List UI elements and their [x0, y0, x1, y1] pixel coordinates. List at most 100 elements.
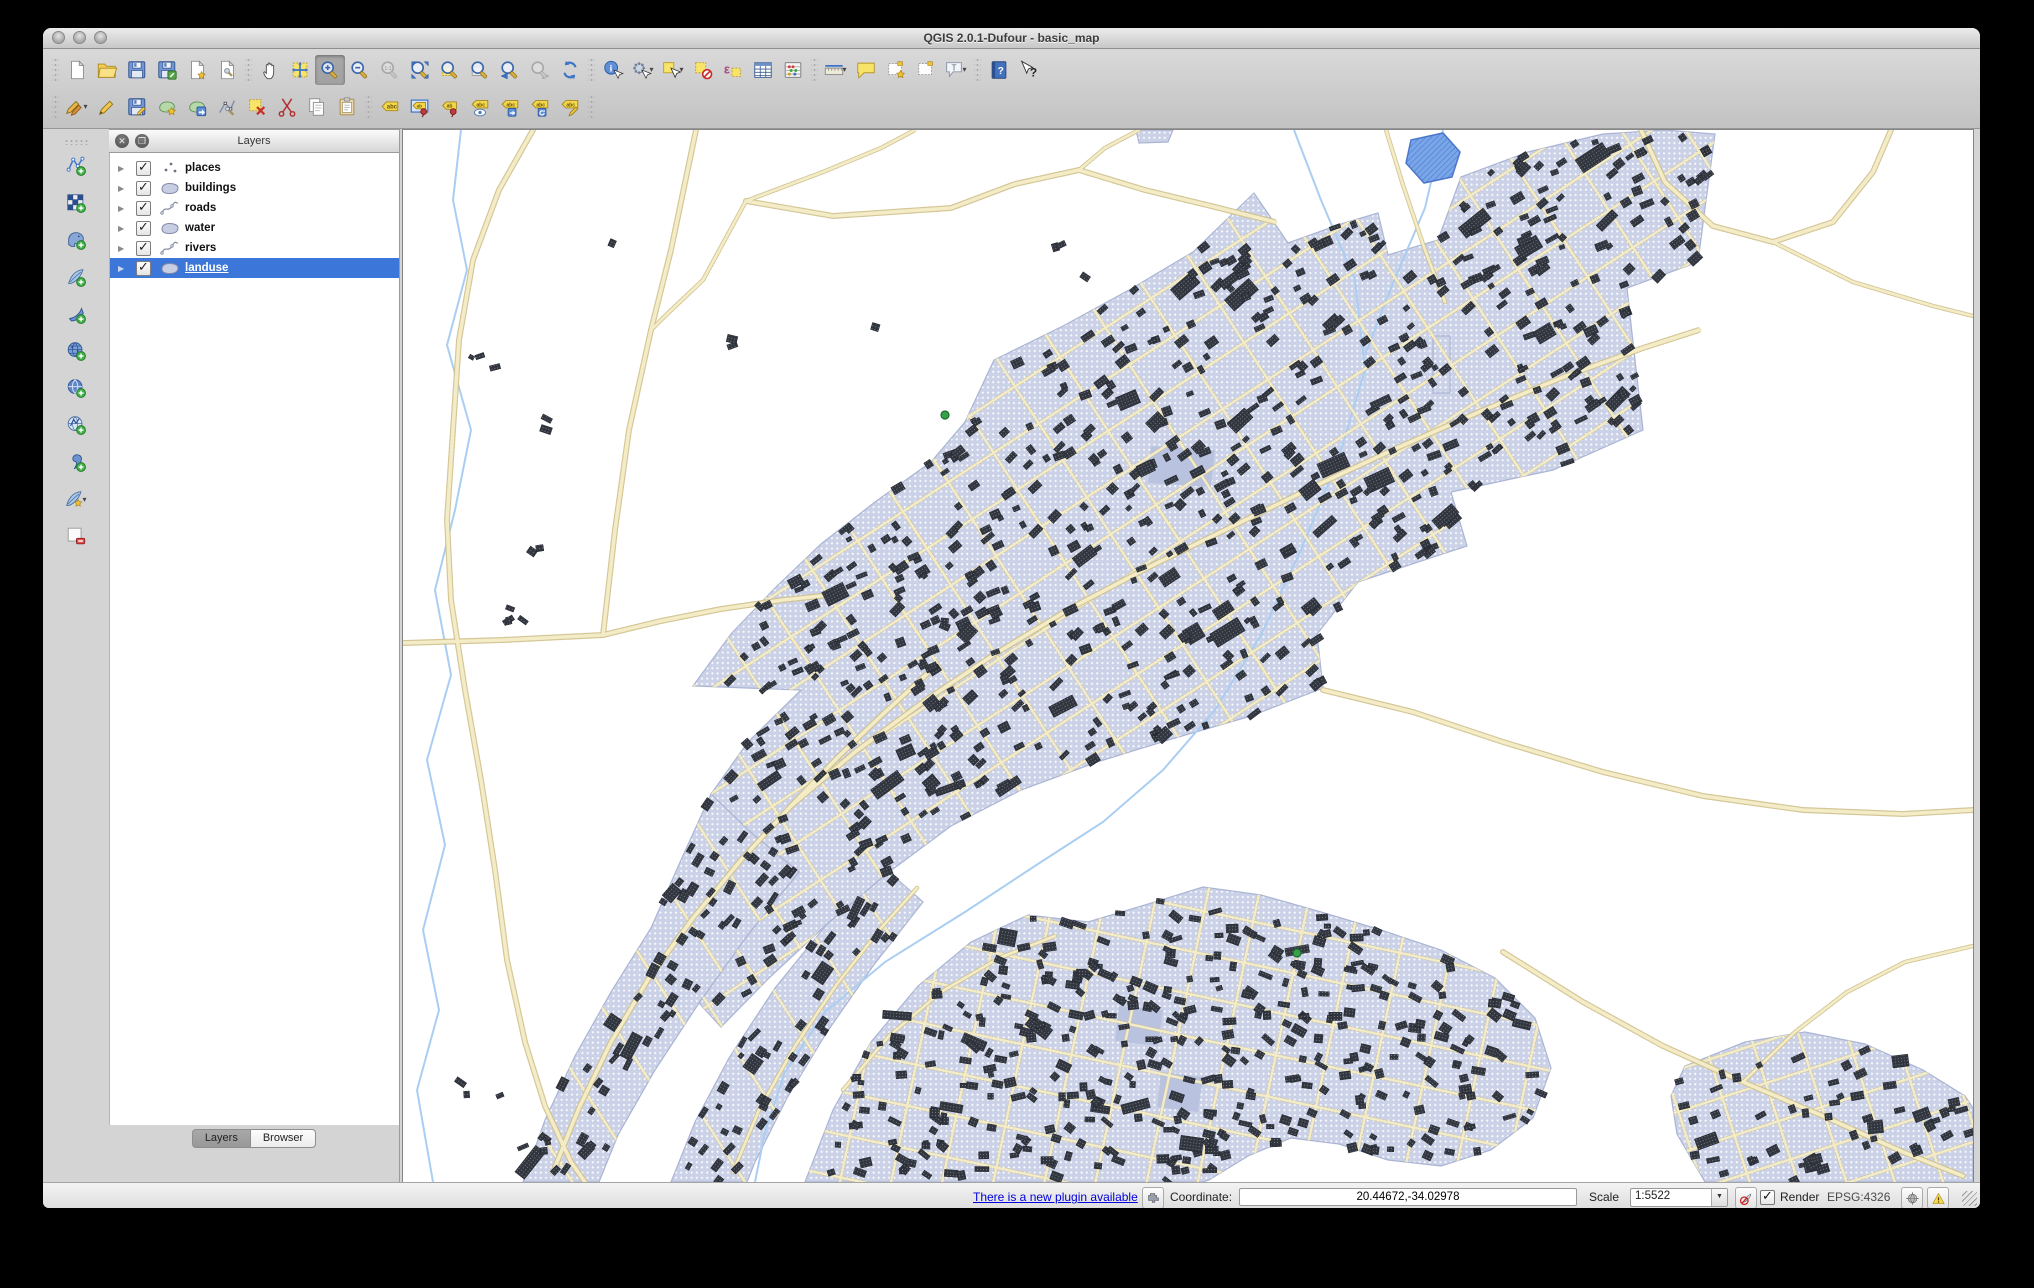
expand-arrow-icon[interactable]: ▶ [118, 204, 128, 213]
attribute-table-button[interactable] [748, 55, 778, 85]
identify-button[interactable]: i [598, 55, 628, 85]
layer-row-landuse[interactable]: ▶landuse [110, 258, 399, 278]
select-features-button[interactable]: ▾ [658, 55, 688, 85]
add-delimited-text-layer-button[interactable] [60, 447, 92, 477]
layer-row-places[interactable]: ▶places [110, 158, 399, 178]
layer-visibility-checkbox[interactable] [136, 261, 151, 276]
expand-arrow-icon[interactable]: ▶ [118, 264, 128, 273]
zoom-in-button[interactable] [315, 55, 345, 85]
layer-visibility-checkbox[interactable] [136, 201, 151, 216]
expand-arrow-icon[interactable]: ▶ [118, 244, 128, 253]
remove-layer-button[interactable] [60, 521, 92, 551]
paste-features-button[interactable] [332, 92, 362, 122]
zoom-last-button[interactable] [495, 55, 525, 85]
titlebar[interactable]: QGIS 2.0.1-Dufour - basic_map [43, 28, 1980, 49]
layer-row-buildings[interactable]: ▶buildings [110, 178, 399, 198]
tab-layers[interactable]: Layers [192, 1129, 250, 1148]
add-mssql-layer-button[interactable] [60, 299, 92, 329]
new-composer-button[interactable] [182, 55, 212, 85]
measure-button[interactable]: ▾ [821, 55, 851, 85]
feature-action-button[interactable]: ▾ [628, 55, 658, 85]
toolbar-handle[interactable] [52, 58, 59, 82]
cut-features-button[interactable] [272, 92, 302, 122]
render-checkbox[interactable] [1760, 1190, 1775, 1205]
layers-panel-titlebar[interactable]: ✕ ❐ Layers [109, 129, 400, 153]
resize-grip[interactable] [1962, 1191, 1977, 1206]
show-bookmarks-button[interactable] [911, 55, 941, 85]
move-feature-button[interactable] [182, 92, 212, 122]
dropdown-arrow-icon[interactable]: ▾ [843, 65, 850, 74]
dropdown-arrow-icon[interactable]: ▾ [84, 102, 91, 111]
panel-close-icon[interactable]: ✕ [115, 134, 129, 148]
dropdown-arrow-icon[interactable]: ▾ [963, 65, 970, 74]
map-tips-button[interactable] [851, 55, 881, 85]
layer-visibility-checkbox[interactable] [136, 161, 151, 176]
add-vector-layer-button[interactable] [60, 151, 92, 181]
label-change-button[interactable]: abc [555, 92, 585, 122]
layer-row-rivers[interactable]: ▶rivers [110, 238, 399, 258]
folder-open-button[interactable] [92, 55, 122, 85]
tab-browser[interactable]: Browser [250, 1129, 316, 1148]
plugin-link[interactable]: There is a new plugin available [973, 1188, 1138, 1206]
crs-button[interactable] [1901, 1187, 1923, 1208]
add-postgis-layer-button[interactable] [60, 225, 92, 255]
save-as-button[interactable] [152, 55, 182, 85]
annotation-button[interactable]: T▾ [941, 55, 971, 85]
layer-visibility-checkbox[interactable] [136, 241, 151, 256]
label-visibility-button[interactable]: abc [465, 92, 495, 122]
add-spatialite-layer-button[interactable] [60, 262, 92, 292]
label-rotate-button[interactable]: abc [525, 92, 555, 122]
label-pinned-button[interactable]: ab [405, 92, 435, 122]
label-pin-button[interactable]: ab [435, 92, 465, 122]
delete-selected-button[interactable] [242, 92, 272, 122]
message-log-button[interactable] [1927, 1187, 1949, 1208]
pan-button[interactable] [255, 55, 285, 85]
deselect-button[interactable] [688, 55, 718, 85]
scale-combo[interactable]: 1:5522 ▼ [1630, 1188, 1728, 1207]
crs-status[interactable]: EPSG:4326 [1827, 1188, 1890, 1206]
render-toggle[interactable]: Render [1760, 1188, 1819, 1206]
zoom-layer-button[interactable] [465, 55, 495, 85]
whats-this-button[interactable]: ? [1014, 55, 1044, 85]
add-feature-button[interactable] [152, 92, 182, 122]
layer-row-water[interactable]: ▶water [110, 218, 399, 238]
add-wms-layer-button[interactable] [60, 373, 92, 403]
zoom-window-button[interactable] [94, 31, 107, 44]
composer-manager-button[interactable] [212, 55, 242, 85]
plugin-button[interactable] [1142, 1187, 1164, 1208]
new-bookmark-button[interactable] [881, 55, 911, 85]
dropdown-arrow-icon[interactable]: ▾ [650, 65, 657, 74]
select-expression-button[interactable]: ε [718, 55, 748, 85]
toolbar-handle[interactable] [52, 95, 59, 119]
labeling-button[interactable]: abc [375, 92, 405, 122]
new-spatialite-layer-button[interactable]: ▾ [60, 484, 92, 514]
expand-arrow-icon[interactable]: ▶ [118, 184, 128, 193]
dropdown-arrow-icon[interactable]: ▾ [680, 65, 687, 74]
save-button[interactable] [122, 55, 152, 85]
expand-arrow-icon[interactable]: ▶ [118, 164, 128, 173]
expand-arrow-icon[interactable]: ▶ [118, 224, 128, 233]
node-tool-button[interactable] [212, 92, 242, 122]
layer-visibility-checkbox[interactable] [136, 181, 151, 196]
dropdown-arrow-icon[interactable]: ▾ [83, 495, 90, 504]
panel-float-icon[interactable]: ❐ [135, 134, 149, 148]
save-edits-button[interactable] [122, 92, 152, 122]
current-edits-button[interactable]: ▾ [62, 92, 92, 122]
refresh-button[interactable] [555, 55, 585, 85]
zoom-full-button[interactable] [405, 55, 435, 85]
add-raster-layer-button[interactable] [60, 188, 92, 218]
add-wfs-layer-button[interactable] [60, 410, 92, 440]
help-button[interactable]: ? [984, 55, 1014, 85]
close-window-button[interactable] [52, 31, 65, 44]
label-move-button[interactable]: abc [495, 92, 525, 122]
pan-selection-button[interactable] [285, 55, 315, 85]
minimize-window-button[interactable] [73, 31, 86, 44]
layer-row-roads[interactable]: ▶roads [110, 198, 399, 218]
stop-render-button[interactable] [1735, 1187, 1757, 1208]
toolbar-handle[interactable] [64, 139, 88, 145]
file-new-button[interactable] [62, 55, 92, 85]
layer-visibility-checkbox[interactable] [136, 221, 151, 236]
zoom-selection-button[interactable] [435, 55, 465, 85]
coordinate-input[interactable] [1239, 1188, 1577, 1206]
add-oracle-layer-button[interactable] [60, 336, 92, 366]
